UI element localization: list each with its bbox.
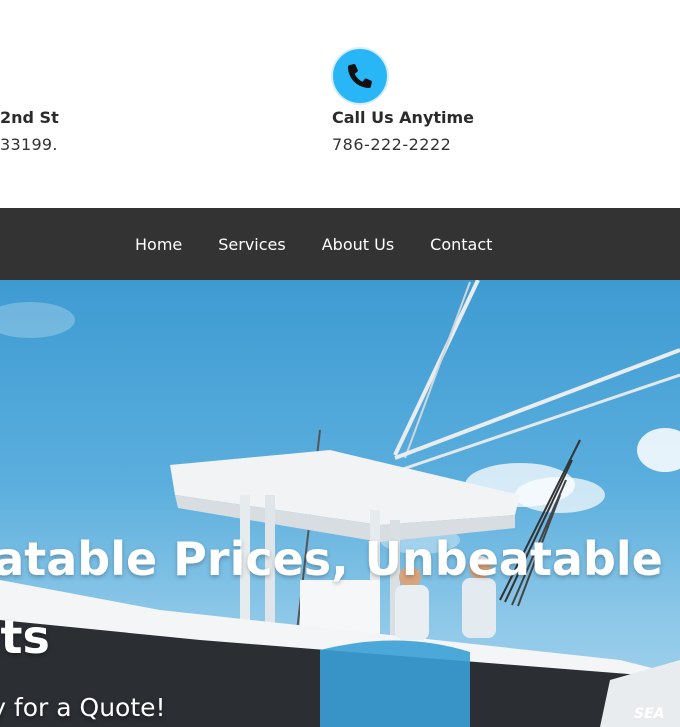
nav-item-about-us[interactable]: About Us: [322, 235, 394, 254]
nav-item-contact[interactable]: Contact: [430, 235, 492, 254]
boat-brand-text: SEA: [634, 706, 664, 722]
phone-number-link[interactable]: 786-222-2222: [332, 135, 451, 154]
hero-boat-image: SEA: [0, 280, 680, 727]
nav-item-services[interactable]: Services: [218, 235, 285, 254]
hero-banner: SEA eatable Prices, Unbeatable ults day …: [0, 280, 680, 727]
main-nav: Home Services About Us Contact: [0, 208, 680, 280]
call-us-title: Call Us Anytime: [332, 108, 475, 127]
nav-links: Home Services About Us Contact: [135, 208, 528, 280]
address-line: 33199.: [0, 135, 58, 154]
address-title: 2nd St: [0, 108, 59, 127]
nav-item-home[interactable]: Home: [135, 235, 182, 254]
phone-glyph: [348, 64, 372, 88]
contact-header: 2nd St 33199. Call Us Anytime 786-222-22…: [0, 0, 680, 208]
phone-icon[interactable]: [331, 47, 389, 105]
